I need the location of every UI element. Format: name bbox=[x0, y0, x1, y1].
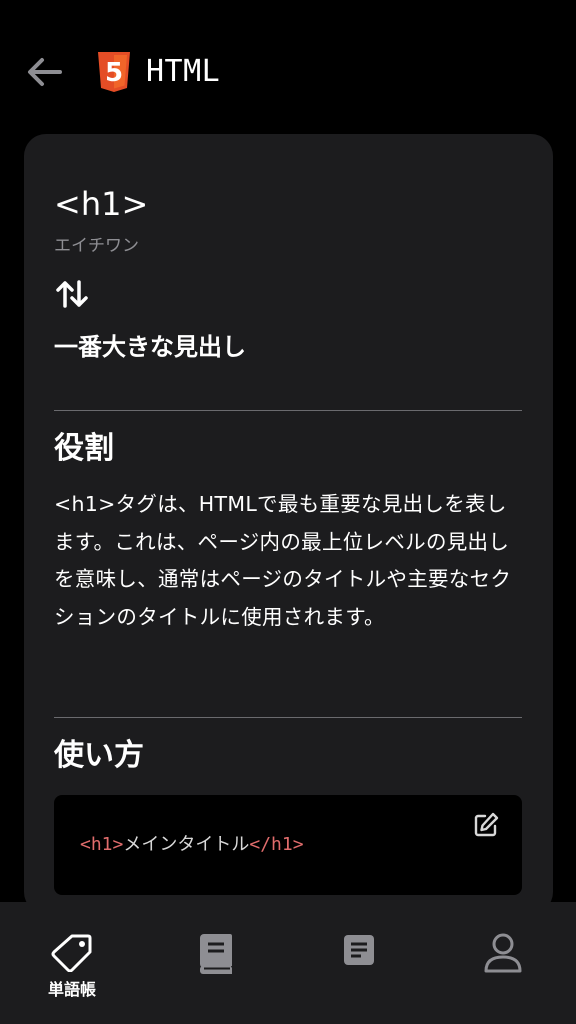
nav-item-book[interactable] bbox=[166, 926, 266, 1006]
page-title: HTML bbox=[146, 54, 221, 89]
code-line: <h1>メインタイトル</h1> bbox=[80, 831, 304, 859]
bottom-nav: 単語帳 bbox=[0, 902, 576, 1024]
term-reading: エイチワン bbox=[54, 236, 139, 256]
tag-icon bbox=[51, 934, 92, 972]
html5-logo: 5 bbox=[98, 52, 130, 92]
book-icon bbox=[200, 934, 232, 974]
html5-logo-glyph: 5 bbox=[105, 58, 123, 88]
header: 5 HTML bbox=[0, 42, 576, 102]
usage-section-title: 使い方 bbox=[54, 738, 144, 773]
arrow-left-icon bbox=[28, 58, 62, 86]
note-icon bbox=[344, 935, 374, 965]
divider bbox=[54, 410, 522, 411]
back-button[interactable] bbox=[22, 52, 66, 92]
code-close-tag: </h1> bbox=[249, 834, 304, 855]
edit-icon[interactable] bbox=[472, 811, 500, 839]
nav-item-notes[interactable] bbox=[309, 926, 409, 1006]
screen: 5 HTML <h1> エイチワン 一番大きな見出し 役割 <h1>タグは、HT… bbox=[0, 0, 576, 1024]
swap-vertical-icon[interactable] bbox=[54, 276, 90, 312]
user-icon bbox=[484, 933, 522, 973]
nav-item-wordbook[interactable]: 単語帳 bbox=[22, 926, 122, 1006]
code-content: メインタイトル bbox=[123, 834, 250, 855]
term-text: <h1> bbox=[54, 185, 149, 223]
divider bbox=[54, 717, 522, 718]
nav-item-profile[interactable] bbox=[453, 926, 553, 1006]
code-open-tag: <h1> bbox=[80, 834, 124, 855]
term-meaning: 一番大きな見出し bbox=[54, 333, 246, 361]
word-card: <h1> エイチワン 一番大きな見出し 役割 <h1>タグは、HTMLで最も重要… bbox=[24, 134, 553, 914]
role-section-title: 役割 bbox=[54, 431, 114, 466]
nav-label-wordbook: 単語帳 bbox=[47, 980, 96, 999]
code-example: <h1>メインタイトル</h1> bbox=[54, 795, 522, 895]
role-description: <h1>タグは、HTMLで最も重要な見出しを表します。これは、ページ内の最上位レ… bbox=[54, 492, 512, 629]
